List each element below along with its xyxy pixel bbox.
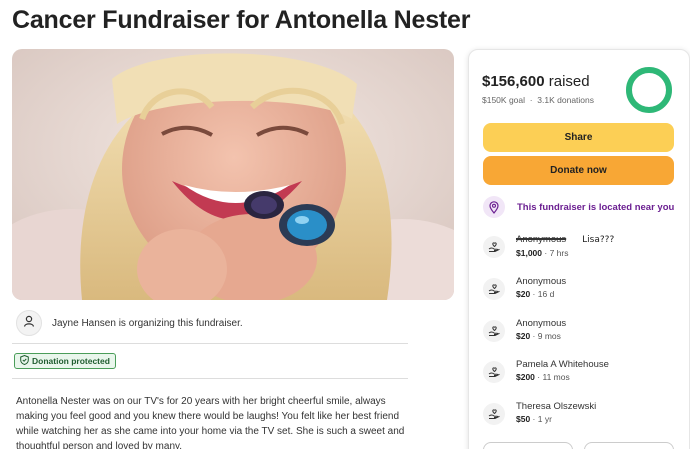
donation-item: Pamela A Whitehouse $200 · 11 mos [483,358,609,390]
divider [12,343,408,344]
donation-time: 16 d [537,289,555,299]
location-notice: This fundraiser is located near you [483,195,674,219]
donation-time: 1 yr [537,414,552,424]
see-top-button[interactable] [584,442,674,449]
donation-amount: $20 [516,331,531,341]
donation-time: 9 mos [537,331,561,341]
donor-name: Theresa Olszewski [516,401,597,412]
person-icon [22,314,36,333]
donation-amount: $50 [516,414,531,424]
donation-hand-icon [483,236,505,258]
donation-amount: $200 [516,372,535,382]
location-text: This fundraiser is located near you [517,201,675,213]
donor-name: Anonymous [516,276,567,287]
donation-hand-icon [483,361,505,383]
donate-now-button[interactable]: Donate now [483,156,674,185]
donation-amount: $1,000 [516,248,542,258]
donation-item: Anonymous Lisa??? $1,000 · 7 hrs [483,233,614,265]
organizer-row[interactable]: Jayne Hansen is organizing this fundrais… [12,308,408,338]
progress-ring [626,67,672,113]
avatar [16,310,42,336]
donation-item: Anonymous $20 · 9 mos [483,317,566,349]
share-button[interactable]: Share [483,123,674,152]
donation-amount: $20 [516,289,531,299]
page-title: Cancer Fundraiser for Antonella Nester [12,6,471,34]
donation-hand-icon [483,403,505,425]
shield-icon [20,354,29,367]
organizer-text: Jayne Hansen is organizing this fundrais… [52,317,243,329]
divider [12,378,408,379]
donation-protected-badge[interactable]: Donation protected [14,353,116,369]
donation-item: Theresa Olszewski $50 · 1 yr [483,400,596,432]
handwritten-note: Lisa??? [582,235,615,245]
donation-hand-icon [483,278,505,300]
donation-hand-icon [483,320,505,342]
fundraiser-photo [12,49,454,300]
raised-amount: $156,600 raised [482,73,590,90]
see-all-button[interactable] [483,442,573,449]
donation-time: 7 hrs [549,248,569,258]
story-text: Antonella Nester was on our TV's for 20 … [16,396,405,449]
donation-item: Anonymous $20 · 16 d [483,275,566,307]
location-pin-icon [483,196,505,218]
goal-summary: $150K goal · 3.1K donations [482,95,595,105]
donor-name: Anonymous [516,318,567,329]
donor-name: Anonymous [516,234,567,245]
donor-name: Pamela A Whitehouse [516,359,609,370]
badge-label: Donation protected [32,356,110,366]
donation-time: 11 mos [542,372,570,382]
